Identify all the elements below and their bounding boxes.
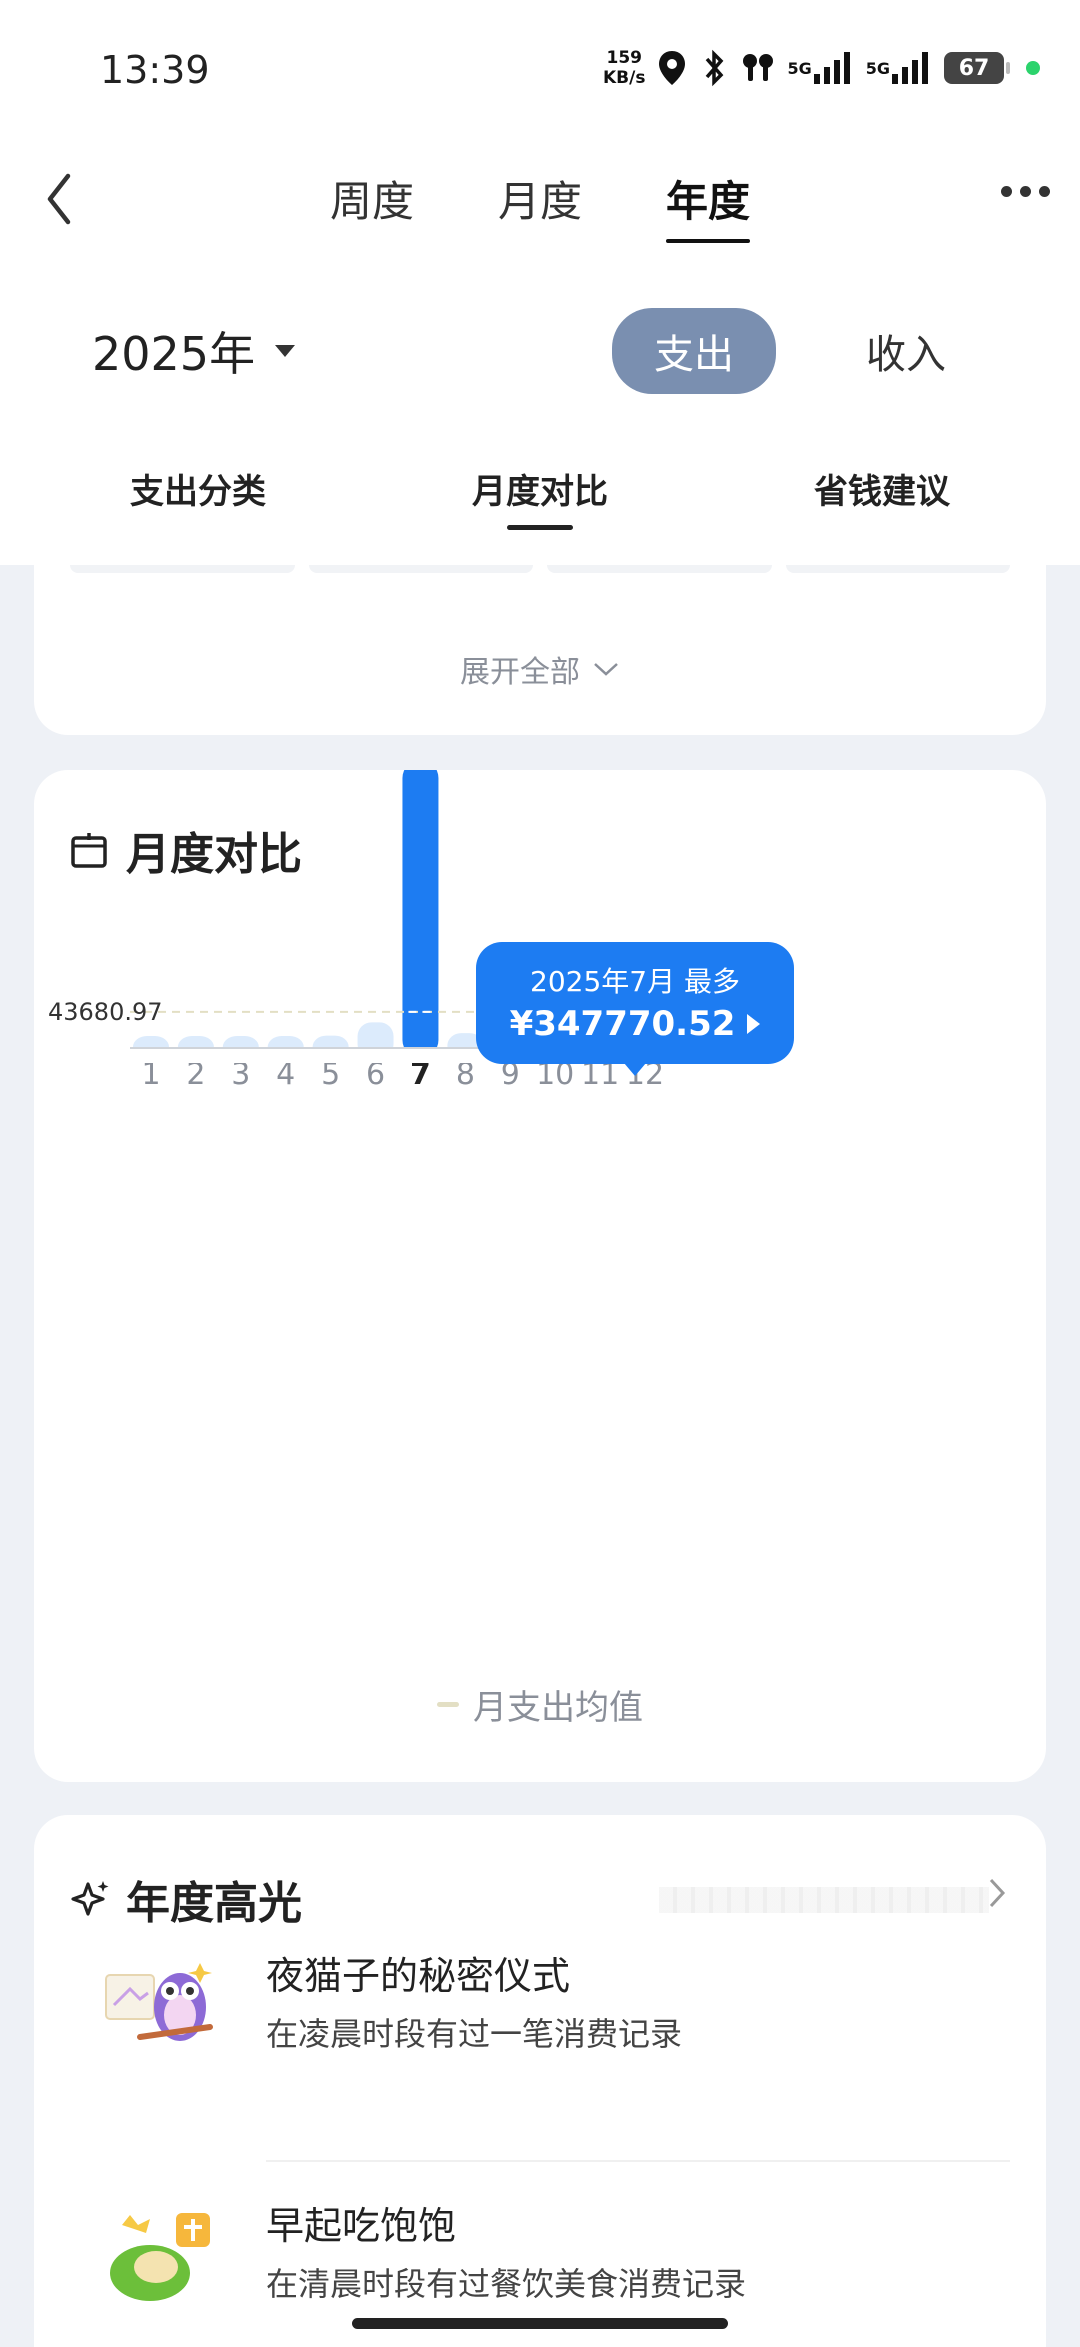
sparkle-icon bbox=[71, 1881, 109, 1916]
highlight-title: 夜猫子的秘密仪式 bbox=[266, 1954, 571, 1998]
signal-icon-2: 5G bbox=[866, 52, 932, 84]
chevron-right-icon[interactable] bbox=[986, 1875, 1008, 1911]
expand-all-button[interactable]: 展开全部 bbox=[34, 647, 1046, 691]
highlights-title: 年度高光 bbox=[70, 1867, 302, 1931]
signal-5g-label-2: 5G bbox=[865, 58, 890, 78]
location-icon bbox=[657, 49, 687, 87]
battery-icon: 67 bbox=[944, 52, 1010, 84]
chart-tooltip[interactable]: 2025年7月 最多 ¥347770.52 bbox=[476, 942, 794, 1076]
bluetooth-icon bbox=[699, 49, 729, 87]
blurred-summary bbox=[659, 1887, 989, 1913]
filter-bar: 2025年 支出 收入 bbox=[0, 290, 1080, 420]
highlight-title: 早起吃饱饱 bbox=[266, 2204, 457, 2248]
earbuds-icon bbox=[741, 49, 775, 87]
net-speed: 159 KB/s bbox=[603, 48, 645, 88]
expand-all-label: 展开全部 bbox=[460, 655, 580, 690]
home-indicator[interactable] bbox=[352, 2318, 728, 2329]
chart-legend: 月支出均值 bbox=[34, 1680, 1046, 1729]
signal-5g-label: 5G bbox=[787, 58, 812, 78]
period-tabs: 周度 月度 年度 bbox=[0, 168, 1080, 243]
nav-bar: 周度 月度 年度 bbox=[0, 140, 1080, 290]
monthly-bar-chart: 12345678910111243680.97 bbox=[48, 770, 670, 1092]
status-time: 13:39 bbox=[100, 48, 210, 92]
breakfast-icon bbox=[110, 2213, 210, 2301]
year-label: 2025年 bbox=[92, 327, 256, 381]
tooltip-value-row: ¥347770.52 bbox=[476, 1004, 794, 1044]
highlight-desc: 在凌晨时段有过一笔消费记录 bbox=[266, 2015, 683, 2053]
owl-icon bbox=[105, 1963, 213, 2041]
reference-line-label: 43680.97 bbox=[48, 998, 163, 1026]
income-toggle-button[interactable]: 收入 bbox=[824, 308, 988, 394]
expense-toggle-button[interactable]: 支出 bbox=[612, 308, 776, 394]
status-icons: 159 KB/s 5G 5G 67 bbox=[603, 48, 1040, 88]
net-speed-value: 159 bbox=[606, 48, 642, 68]
privacy-dot-icon bbox=[1026, 61, 1040, 75]
category-grid-stub bbox=[70, 565, 1010, 575]
category-card: 展开全部 bbox=[34, 565, 1046, 735]
tab-weekly[interactable]: 周度 bbox=[330, 168, 414, 243]
highlights-title-text: 年度高光 bbox=[126, 1878, 302, 1929]
tab-monthly-compare[interactable]: 月度对比 bbox=[472, 464, 608, 530]
legend-label: 月支出均值 bbox=[473, 1688, 643, 1728]
section-tabs: 支出分类 月度对比 省钱建议 bbox=[0, 420, 1080, 565]
highlight-desc: 在清晨时段有过餐饮美食消费记录 bbox=[266, 2265, 747, 2303]
tab-expense-category[interactable]: 支出分类 bbox=[130, 464, 266, 530]
status-bar: 13:39 159 KB/s 5G 5G 67 bbox=[0, 0, 1080, 140]
tab-monthly[interactable]: 月度 bbox=[498, 168, 582, 243]
tooltip-value: ¥347770.52 bbox=[509, 1004, 736, 1044]
caret-down-icon bbox=[275, 345, 296, 357]
signal-icon: 5G bbox=[787, 52, 853, 84]
highlight-divider bbox=[266, 2160, 1010, 2162]
highlight-item[interactable]: 夜猫子的秘密仪式 在凌晨时段有过一笔消费记录 bbox=[34, 1945, 1046, 2125]
tab-yearly[interactable]: 年度 bbox=[666, 168, 751, 243]
tooltip-label: 2025年7月 最多 bbox=[530, 965, 740, 998]
tab-saving-tips[interactable]: 省钱建议 bbox=[814, 464, 950, 530]
highlights-card: 年度高光 夜猫子的秘密仪式 在凌晨时段有过一笔消费记录 早起吃饱饱 在清晨时段有… bbox=[34, 1815, 1046, 2347]
bar-7 bbox=[402, 770, 439, 1058]
more-options-icon[interactable] bbox=[1001, 186, 1050, 197]
type-toggle: 支出 收入 bbox=[612, 308, 988, 394]
net-speed-unit: KB/s bbox=[603, 68, 646, 88]
monthly-compare-card: 月度对比 12345678910111243680.97 2025年7月 最多 … bbox=[34, 770, 1046, 1782]
play-arrow-icon bbox=[747, 1014, 761, 1034]
legend-swatch bbox=[437, 1702, 459, 1707]
battery-level: 67 bbox=[958, 55, 990, 81]
year-selector[interactable]: 2025年 bbox=[92, 318, 296, 384]
chevron-down-icon bbox=[594, 663, 618, 676]
